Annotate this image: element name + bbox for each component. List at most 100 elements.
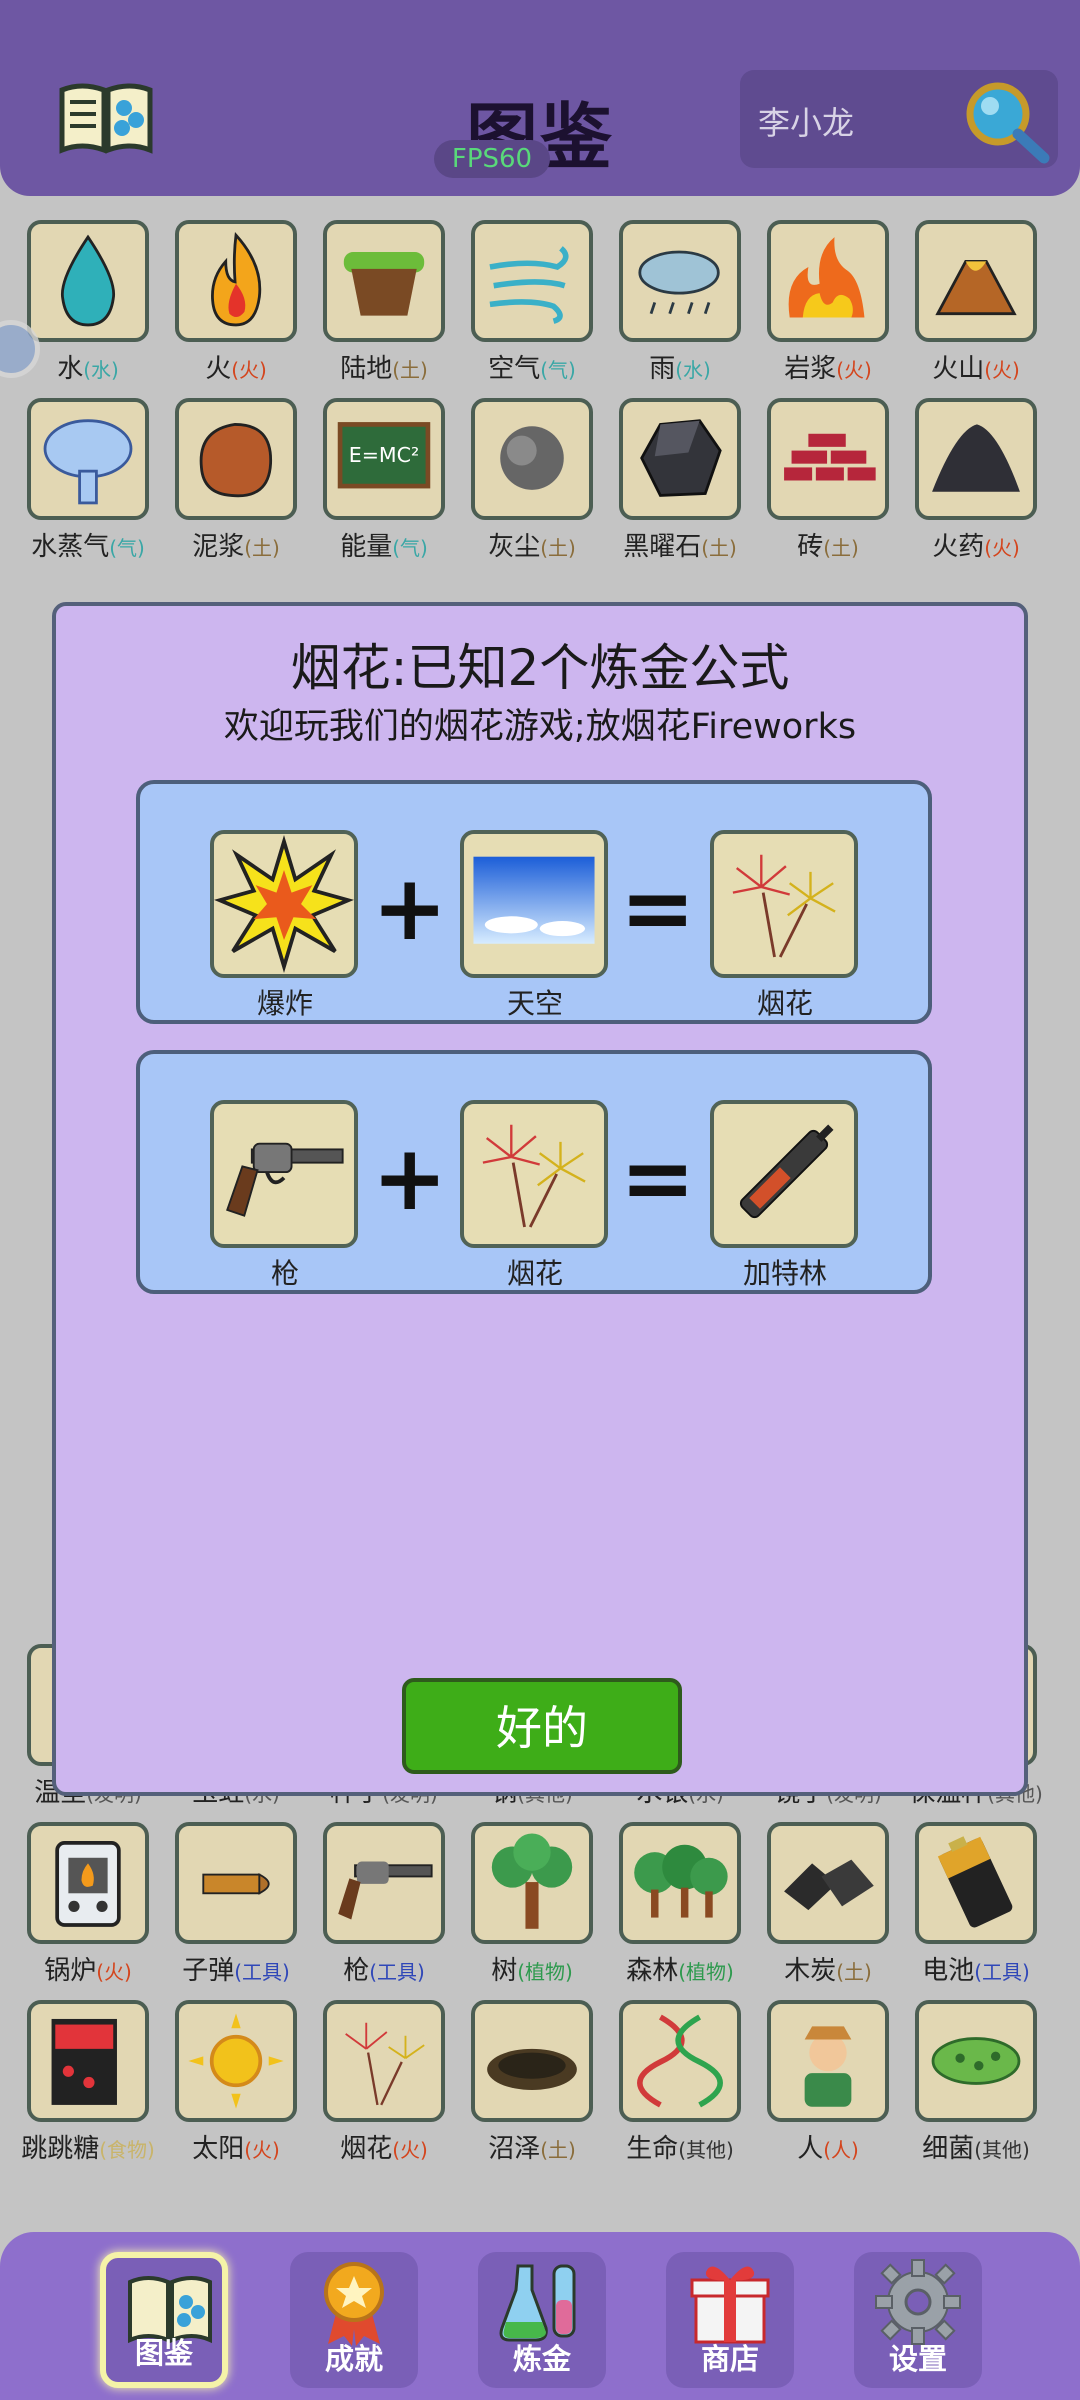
item-name: 沼泽 [488, 2134, 541, 2164]
grid-item[interactable]: 木炭(土) [764, 1822, 892, 1987]
item-category: (人) [823, 2138, 859, 2162]
grid-item-label: 人(人) [748, 2128, 908, 2165]
grid-item[interactable]: 雨(水) [616, 220, 744, 385]
grid-item[interactable]: 泥浆(土) [172, 398, 300, 563]
grid-item-label: 烟花(火) [304, 2128, 464, 2165]
bacteria-icon [931, 2037, 1021, 2085]
search-text: 李小龙 [758, 104, 855, 142]
item-name: 能量 [340, 532, 393, 562]
item-name: 木炭 [784, 1956, 837, 1986]
item-category: (火) [984, 536, 1020, 560]
bullet-icon [202, 1873, 270, 1895]
grid-item-label: 能量(气) [304, 526, 464, 563]
plus-icon: + [372, 856, 448, 961]
grid-item-label: 空气(气) [452, 348, 612, 385]
recipe-card-1: 爆炸 + 天空 = 烟花 [136, 780, 932, 1024]
search-icon[interactable] [958, 78, 1050, 164]
item-name: 火山 [932, 354, 985, 384]
grid-item[interactable]: 森林(植物) [616, 1822, 744, 1987]
medal-icon [324, 2262, 384, 2346]
grid-item-label: 森林(植物) [600, 1950, 760, 1987]
item-category: (其他) [678, 2138, 734, 2162]
item-name: 细菌 [922, 2134, 975, 2164]
grid-item[interactable]: 太阳(火) [172, 2000, 300, 2165]
brick-icon [784, 433, 876, 481]
land-icon [343, 252, 425, 316]
grid-item[interactable]: 火(火) [172, 220, 300, 385]
grid-item[interactable]: 砖(土) [764, 398, 892, 563]
grid-item[interactable]: 火药(火) [912, 398, 1040, 563]
grid-item[interactable]: 树(植物) [468, 1822, 596, 1987]
grid-item-tile [767, 220, 889, 342]
grid-item[interactable]: 电池(工具) [912, 1822, 1040, 1987]
charcoal-icon [784, 1859, 874, 1911]
nav-label: 炼金 [512, 2342, 571, 2376]
item-name: 跳跳糖 [21, 2134, 100, 2164]
grid-item-tile [175, 398, 297, 520]
grid-item-label: 砖(土) [748, 526, 908, 563]
recipe-result[interactable]: 加特林 [710, 1100, 860, 1292]
grid-item[interactable]: 人(人) [764, 2000, 892, 2165]
nav-label: 图鉴 [134, 2336, 193, 2370]
energy-board-icon: E=MC² [337, 422, 431, 489]
recipe-card-2: 枪 + 烟花 = 加特林 [136, 1050, 932, 1294]
grid-item[interactable]: 锅炉(火) [24, 1822, 152, 1987]
ingredient-b[interactable]: 烟花 [460, 1100, 610, 1292]
gunpowder-icon [932, 424, 1020, 492]
swamp-icon [487, 2048, 577, 2090]
revolver-icon [338, 1861, 433, 1920]
item-name: 人 [797, 2134, 824, 2164]
grid-item[interactable]: 火山(火) [912, 220, 1040, 385]
ingredient-a[interactable]: 枪 [210, 1100, 360, 1292]
grid-item-tile [471, 1822, 593, 1944]
recipe-dialog: 烟花:已知2个炼金公式 欢迎玩我们的烟花游戏;放烟花Fireworks 爆炸 + [52, 602, 1028, 1796]
grid-item-tile [471, 220, 593, 342]
recipe-result-label: 烟花 [756, 987, 813, 1020]
grid-item[interactable]: 水(水) [24, 220, 152, 385]
nav-alchemy[interactable]: 炼金 [478, 2252, 606, 2388]
grid-item[interactable]: 沼泽(土) [468, 2000, 596, 2165]
grid-item-label: 太阳(火) [156, 2128, 316, 2165]
grid-item[interactable]: 生命(其他) [616, 2000, 744, 2165]
svg-text:E=MC²: E=MC² [349, 443, 420, 467]
grid-item-tile [767, 398, 889, 520]
nav-codex[interactable]: 图鉴 [100, 2252, 228, 2388]
recipe-result-label: 加特林 [742, 1257, 827, 1290]
steam-icon [43, 419, 133, 505]
grid-item[interactable]: 细菌(其他) [912, 2000, 1040, 2165]
grid-item[interactable]: 跳跳糖(食物) [21, 2000, 155, 2165]
ok-button[interactable]: 好的 [402, 1678, 682, 1774]
item-category: (土) [392, 358, 428, 382]
grid-item-label: 木炭(土) [748, 1950, 908, 1987]
item-category: (工具) [974, 1960, 1030, 1984]
wind-icon [489, 246, 569, 324]
explosion-icon [214, 834, 354, 974]
nav-achievements[interactable]: 成就 [290, 2252, 418, 2388]
recipe-result[interactable]: 烟花 [710, 830, 860, 1022]
ingredient-b[interactable]: 天空 [460, 830, 610, 1022]
grid-item[interactable]: 空气(气) [468, 220, 596, 385]
item-name: 火药 [932, 532, 985, 562]
grid-item[interactable]: 枪(工具) [320, 1822, 448, 1987]
item-name: 空气 [488, 354, 541, 384]
grid-item-label: 锅炉(火) [8, 1950, 168, 1987]
grid-item[interactable]: 子弹(工具) [172, 1822, 300, 1987]
grid-item-label: 黑曜石(土) [600, 526, 760, 563]
item-name: 树 [491, 1956, 518, 1986]
item-category: (土) [540, 2138, 576, 2162]
nav-shop[interactable]: 商店 [666, 2252, 794, 2388]
grid-item[interactable]: 灰尘(土) [468, 398, 596, 563]
grid-item[interactable]: E=MC² 能量(气) [320, 398, 448, 563]
grid-item[interactable]: 黑曜石(土) [616, 398, 744, 563]
grid-item[interactable]: 陆地(土) [320, 220, 448, 385]
ingredient-a[interactable]: 爆炸 [210, 830, 360, 1022]
ingredient-b-label: 天空 [506, 987, 563, 1020]
dna-icon [637, 2014, 723, 2108]
nav-settings[interactable]: 设置 [854, 2252, 982, 2388]
grid-item-tile: E=MC² [323, 398, 445, 520]
grid-item-label: 陆地(土) [304, 348, 464, 385]
grid-item[interactable]: 岩浆(火) [764, 220, 892, 385]
search-box[interactable]: 李小龙 [740, 70, 1058, 168]
grid-item[interactable]: 烟花(火) [320, 2000, 448, 2165]
grid-item[interactable]: 水蒸气(气) [24, 398, 152, 563]
